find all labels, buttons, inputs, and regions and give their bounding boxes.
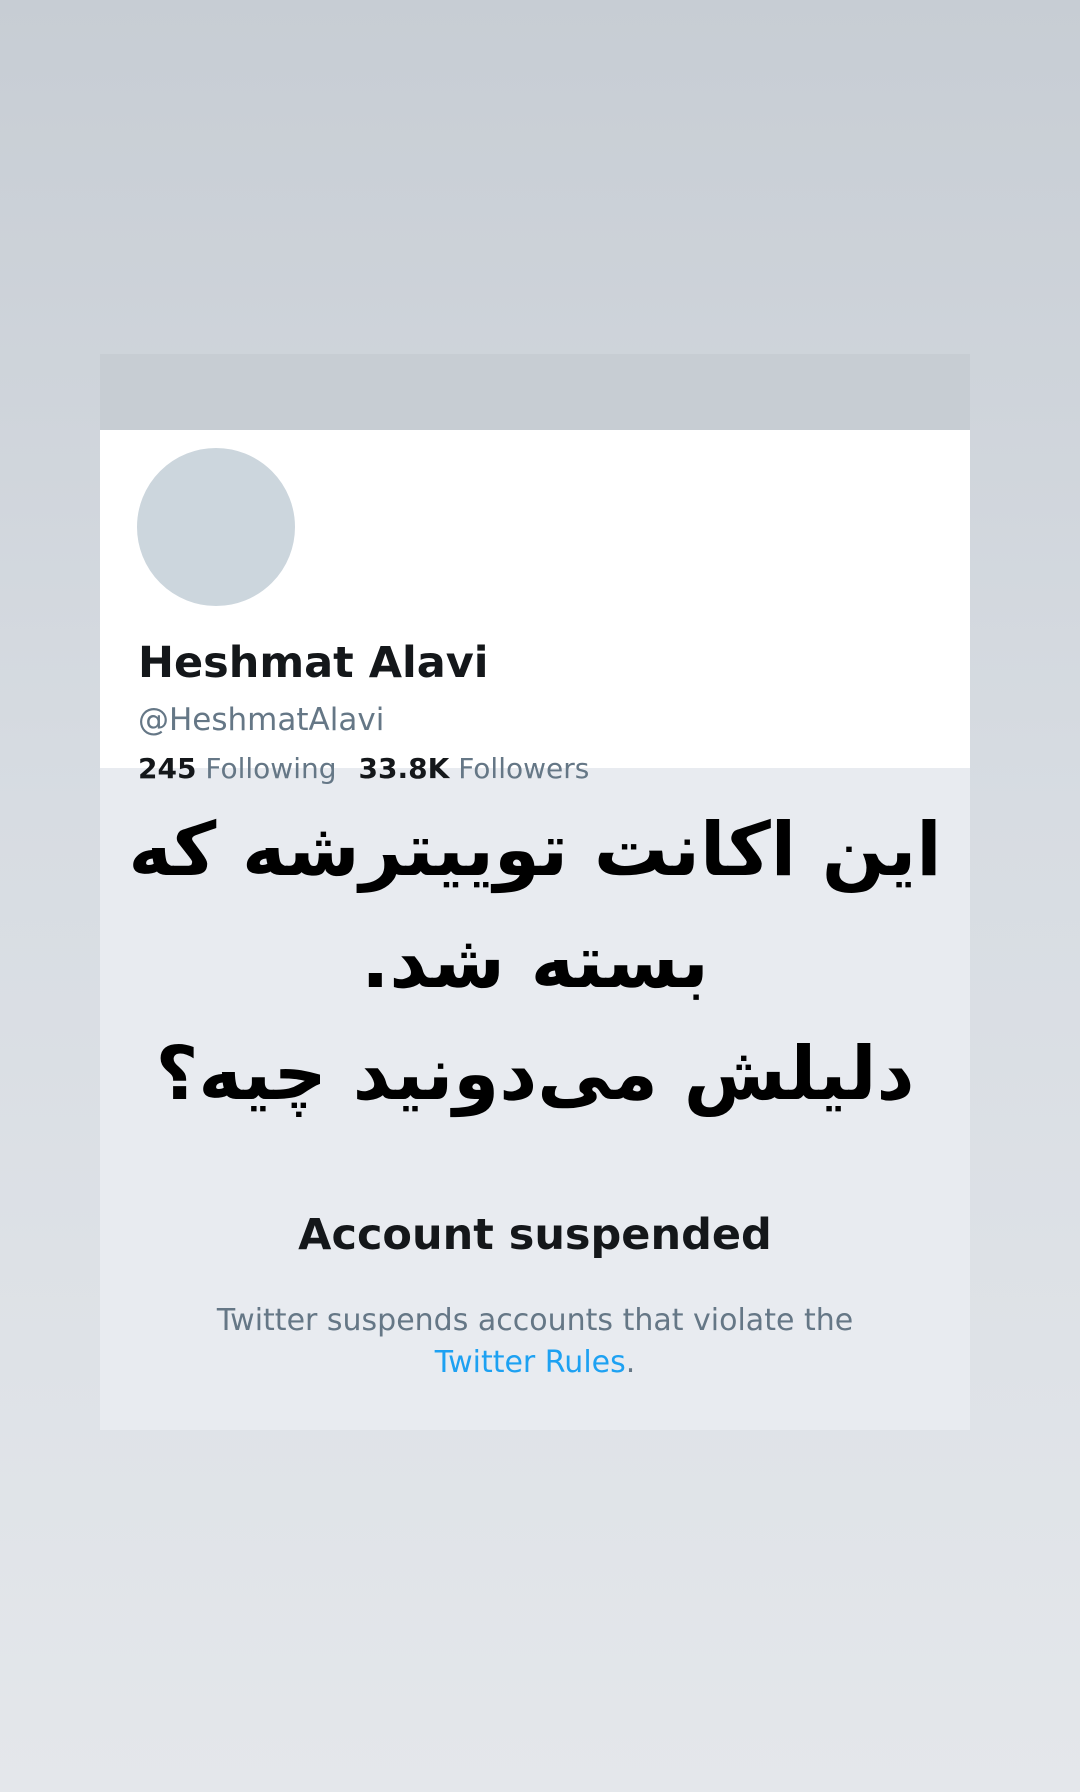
profile-stats: 245 Following 33.8K Followers — [138, 752, 611, 785]
overlay-line-2: بسته شد. — [361, 919, 709, 1005]
profile-banner — [100, 354, 970, 430]
twitter-rules-link[interactable]: Twitter Rules — [435, 1345, 626, 1380]
account-suspended-title: Account suspended — [298, 1210, 772, 1260]
suspended-profile-card: Heshmat Alavi @HeshmatAlavi 245 Followin… — [100, 354, 970, 1430]
following-label: Following — [205, 752, 337, 785]
user-handle: @HeshmatAlavi — [138, 702, 385, 738]
description-period: . — [625, 1345, 636, 1380]
overlay-line-3: دلیلش می‌دونید چیه؟ — [155, 1031, 915, 1117]
avatar[interactable] — [131, 442, 301, 612]
display-name: Heshmat Alavi — [138, 638, 489, 688]
overlay-caption: این اکانت توییترشه که بسته شد. دلیلش می‌… — [110, 794, 960, 1130]
followers-count: 33.8K — [358, 752, 450, 785]
followers-stat[interactable]: 33.8K Followers — [359, 752, 590, 785]
followers-label: Followers — [458, 752, 590, 785]
following-stat[interactable]: 245 Following — [138, 752, 337, 785]
overlay-line-1: این اکانت توییترشه که — [128, 807, 942, 893]
suspension-description-text: Twitter suspends accounts that violate t… — [216, 1303, 854, 1338]
following-count: 245 — [138, 752, 197, 785]
profile-header: Heshmat Alavi @HeshmatAlavi 245 Followin… — [100, 430, 970, 785]
suspension-description: Twitter suspends accounts that violate t… — [100, 1300, 970, 1384]
